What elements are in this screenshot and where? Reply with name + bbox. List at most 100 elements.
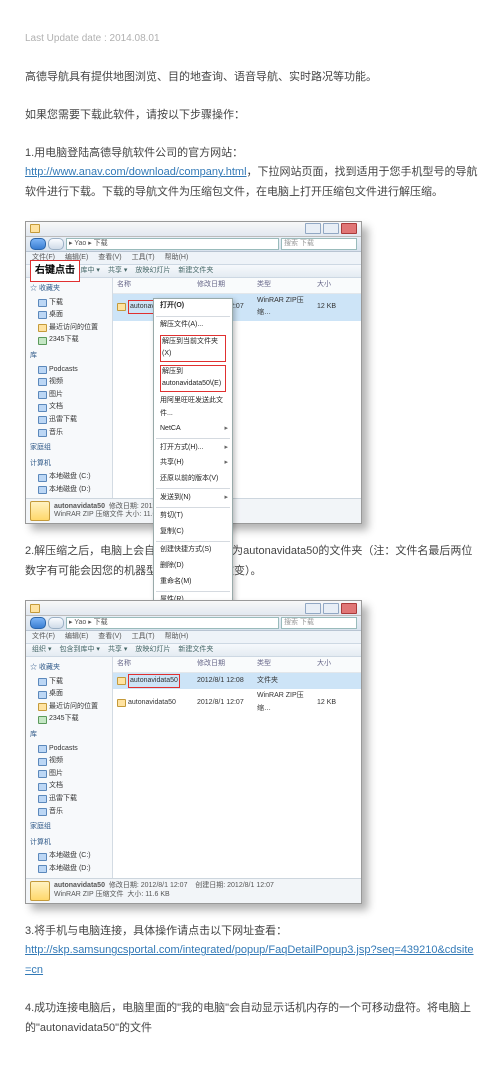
- videos-icon: [38, 378, 47, 386]
- folder-type: 文件夹: [257, 675, 317, 688]
- zip-icon: [117, 699, 126, 707]
- max-button[interactable]: [323, 223, 339, 234]
- sidebar-home[interactable]: 家庭组: [30, 821, 110, 834]
- sidebar-item[interactable]: 文档: [30, 780, 110, 793]
- tool-new[interactable]: 新建文件夹: [178, 265, 213, 278]
- ctx-openwith[interactable]: 打开方式(H)...: [154, 440, 232, 456]
- menu-tools[interactable]: 工具(T): [132, 631, 155, 644]
- close-button[interactable]: [341, 603, 357, 614]
- menu-file[interactable]: 文件(F): [32, 631, 55, 644]
- step-1-link[interactable]: http://www.anav.com/download/company.htm…: [25, 166, 247, 178]
- tool-slideshow[interactable]: 放映幻灯片: [135, 644, 170, 657]
- search-box[interactable]: 搜索 下载: [281, 617, 357, 629]
- dl-icon: [38, 337, 47, 345]
- sidebar-item[interactable]: Podcasts: [30, 364, 110, 377]
- col-name[interactable]: 名称: [117, 658, 197, 671]
- sidebar-pc[interactable]: 计算机: [30, 837, 110, 850]
- disk-icon: [38, 865, 47, 873]
- menu-help[interactable]: 帮助(H): [165, 252, 189, 265]
- sidebar-item[interactable]: 文档: [30, 401, 110, 414]
- menu-edit[interactable]: 编辑(E): [65, 631, 88, 644]
- sidebar-item[interactable]: 本地磁盘 (C:): [30, 471, 110, 484]
- menu-tools[interactable]: 工具(T): [132, 252, 155, 265]
- tool-include[interactable]: 包含到库中 ▾: [59, 644, 99, 657]
- sidebar-item[interactable]: 2345下载: [30, 713, 110, 726]
- sidebar-fav[interactable]: ☆ 收藏夹: [30, 283, 110, 296]
- min-button[interactable]: [305, 603, 321, 614]
- ctx-delete[interactable]: 删除(D): [154, 558, 232, 574]
- ctx-cut[interactable]: 剪切(T): [154, 509, 232, 525]
- col-date[interactable]: 修改日期: [197, 658, 257, 671]
- file-row[interactable]: autonavidata50 2012/8/1 12:07 WinRAR ZIP…: [113, 294, 361, 321]
- sidebar-item[interactable]: 本地磁盘 (C:): [30, 850, 110, 863]
- sidebar-pc[interactable]: 计算机: [30, 458, 110, 471]
- ctx-open[interactable]: 打开(O): [154, 299, 232, 315]
- step-3-link[interactable]: http://skp.samsungcsportal.com/integrate…: [25, 944, 474, 976]
- recent-icon: [38, 703, 47, 711]
- sidebar-item[interactable]: 音乐: [30, 806, 110, 819]
- ctx-netca[interactable]: NetCA: [154, 422, 232, 438]
- forward-button[interactable]: [48, 617, 64, 629]
- folder-row[interactable]: autonavidata50 2012/8/1 12:08 文件夹: [113, 673, 361, 690]
- ctx-extract-here[interactable]: 解压到当前文件夹(X): [154, 333, 232, 363]
- sidebar-item[interactable]: 桌面: [30, 688, 110, 701]
- sidebar-lib[interactable]: 库: [30, 729, 110, 742]
- sidebar-item[interactable]: 最近访问的位置: [30, 701, 110, 714]
- sidebar-item[interactable]: 本地磁盘 (D:): [30, 484, 110, 497]
- search-box[interactable]: 搜索 下载: [281, 238, 357, 250]
- ctx-share[interactable]: 共享(H): [154, 456, 232, 472]
- ctx-aliww[interactable]: 用阿里旺旺发送此文件...: [154, 394, 232, 422]
- sidebar-item[interactable]: 图片: [30, 389, 110, 402]
- back-button[interactable]: [30, 617, 46, 629]
- main-pane: 名称 修改日期 类型 大小 autonavidata50 2012/8/1 12…: [113, 278, 361, 499]
- ctx-extract-to[interactable]: 解压到 autonavidata50\(E): [154, 363, 232, 393]
- ctx-sendto[interactable]: 发送到(N): [154, 490, 232, 506]
- sidebar-item[interactable]: 迅雷下载: [30, 793, 110, 806]
- tool-org[interactable]: 组织 ▾: [32, 644, 51, 657]
- sidebar-item[interactable]: 音乐: [30, 427, 110, 440]
- min-button[interactable]: [305, 223, 321, 234]
- sidebar-lib[interactable]: 库: [30, 350, 110, 363]
- address-bar[interactable]: ▸ Yao ▸ 下载: [66, 238, 279, 250]
- sidebar-home[interactable]: 家庭组: [30, 442, 110, 455]
- address-bar[interactable]: ▸ Yao ▸ 下载: [66, 617, 279, 629]
- tool-new[interactable]: 新建文件夹: [178, 644, 213, 657]
- sidebar-item[interactable]: 迅雷下载: [30, 414, 110, 427]
- sidebar-item[interactable]: 下载: [30, 297, 110, 310]
- col-date[interactable]: 修改日期: [197, 279, 257, 292]
- ctx-rename[interactable]: 重命名(M): [154, 574, 232, 590]
- forward-button[interactable]: [48, 238, 64, 250]
- col-type[interactable]: 类型: [257, 658, 317, 671]
- ctx-shortcut[interactable]: 创建快捷方式(S): [154, 543, 232, 559]
- tool-share[interactable]: 共享 ▾: [108, 644, 127, 657]
- step-2: 2.解压缩之后，电脑上会自动出现一个名称为autonavidata50的文件夹（…: [25, 542, 479, 582]
- sidebar-item[interactable]: 图片: [30, 768, 110, 781]
- sidebar-item[interactable]: 最近访问的位置: [30, 322, 110, 335]
- col-name[interactable]: 名称: [117, 279, 197, 292]
- sidebar-item[interactable]: 2345下载: [30, 334, 110, 347]
- tool-share[interactable]: 共享 ▾: [108, 265, 127, 278]
- file-row[interactable]: autonavidata50 2012/8/1 12:07 WinRAR ZIP…: [113, 689, 361, 716]
- menu-view[interactable]: 查看(V): [98, 252, 121, 265]
- sidebar-item[interactable]: 桌面: [30, 309, 110, 322]
- sidebar-item[interactable]: 视频: [30, 755, 110, 768]
- ctx-restore[interactable]: 还原以前的版本(V): [154, 472, 232, 488]
- sidebar-item[interactable]: 本地磁盘 (D:): [30, 863, 110, 876]
- menu-view[interactable]: 查看(V): [98, 631, 121, 644]
- menu-help[interactable]: 帮助(H): [165, 631, 189, 644]
- intro-text: 高德导航具有提供地图浏览、目的地查询、语音导航、实时路况等功能。: [25, 68, 479, 88]
- col-size[interactable]: 大小: [317, 658, 331, 671]
- sidebar-item[interactable]: 视频: [30, 376, 110, 389]
- back-button[interactable]: [30, 238, 46, 250]
- tool-slideshow[interactable]: 放映幻灯片: [135, 265, 170, 278]
- sidebar-item[interactable]: 下载: [30, 676, 110, 689]
- col-size[interactable]: 大小: [317, 279, 331, 292]
- close-button[interactable]: [341, 223, 357, 234]
- max-button[interactable]: [323, 603, 339, 614]
- status-name: autonavidata50: [54, 503, 105, 510]
- ctx-extract1[interactable]: 解压文件(A)...: [154, 318, 232, 334]
- col-type[interactable]: 类型: [257, 279, 317, 292]
- ctx-copy[interactable]: 复制(C): [154, 524, 232, 540]
- sidebar-item[interactable]: Podcasts: [30, 743, 110, 756]
- sidebar-fav[interactable]: ☆ 收藏夹: [30, 662, 110, 675]
